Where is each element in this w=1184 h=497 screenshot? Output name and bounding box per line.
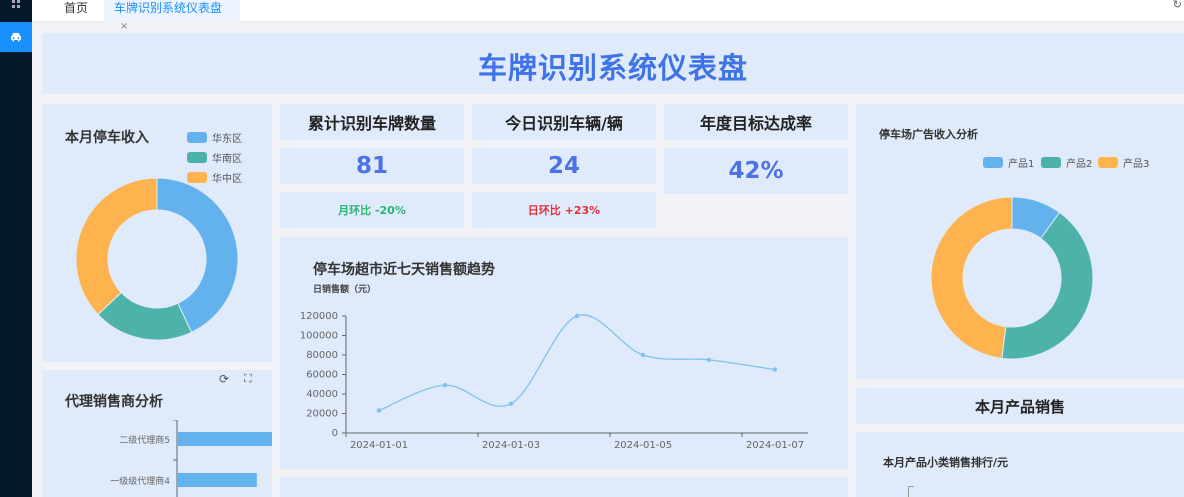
x-tick-label: 2024-01-05: [614, 440, 672, 451]
kpi-value-today: 24: [472, 148, 656, 184]
x-tick-label: 2024-01-01: [350, 440, 408, 451]
grid-icon[interactable]: [0, 0, 32, 22]
data-point: [508, 401, 514, 406]
data-point: [706, 357, 712, 363]
dashboard-header: 车牌识别系统仪表盘: [42, 33, 1184, 94]
parking-income-panel: 本月停车收入 华东区 华南区 华中区: [42, 104, 272, 362]
tab-dashboard[interactable]: 车牌识别系统仪表盘 ×: [104, 0, 240, 32]
legend-swatch: [1041, 157, 1061, 168]
legend-label: 产品3: [1123, 159, 1150, 170]
legend-label: 华南区: [212, 154, 242, 165]
legend-label: 产品1: [1008, 159, 1035, 170]
data-point: [772, 367, 778, 372]
dealer-panel: ⟳ ⛶ 代理销售商分析 二级代理商5 一级级代理商4: [42, 370, 272, 497]
legend-item[interactable]: 华东区: [187, 130, 242, 145]
legend-swatch: [1098, 157, 1118, 168]
legend-swatch: [983, 157, 1003, 168]
ad-income-title: 停车场广告收入分析: [879, 128, 978, 141]
y-tick-label: 20000: [306, 409, 338, 420]
data-point: [574, 313, 580, 319]
legend-item[interactable]: 产品2: [1041, 155, 1092, 170]
ad-income-panel: 停车场广告收入分析 产品1 产品2 产品3: [856, 104, 1184, 379]
data-point: [376, 408, 382, 413]
sales-trend-subtitle: 日销售额（元）: [313, 285, 377, 295]
parking-income-title: 本月停车收入: [65, 130, 149, 146]
legend-label: 产品2: [1066, 159, 1093, 170]
legend-label: 华东区: [212, 134, 242, 145]
y-tick-label: 80000: [306, 350, 338, 361]
kpi-compare-day: 日环比 +23%: [472, 192, 656, 228]
legend-item[interactable]: 产品1: [983, 155, 1034, 170]
ad-income-donut: [930, 196, 1094, 360]
refresh-icon[interactable]: ↻: [1173, 0, 1182, 11]
kpi-title-plates: 累计识别车牌数量: [280, 104, 464, 140]
kpi-compare-month: 月环比 -20%: [280, 192, 464, 228]
y-tick-label: 40000: [306, 389, 338, 400]
kpi-value-goal: 42%: [664, 148, 848, 194]
legend-item[interactable]: 产品3: [1098, 155, 1149, 170]
car-icon[interactable]: [0, 22, 32, 52]
page-title: 车牌识别系统仪表盘: [477, 51, 748, 85]
bar-category-label: 一级级代理商4: [110, 475, 170, 487]
kpi-value-plates: 81: [280, 148, 464, 184]
legend-swatch: [187, 132, 207, 143]
kpi-title-goal: 年度目标达成率: [664, 104, 848, 140]
data-point: [442, 383, 448, 388]
x-tick-label: 2024-01-03: [482, 440, 540, 451]
kpi-title-today: 今日识别车辆/辆: [472, 104, 656, 140]
donut-slice: [930, 196, 1013, 359]
tabs-bar: 首页 车牌识别系统仪表盘 × ↻: [32, 0, 1184, 32]
axis-stub: [908, 486, 914, 497]
tab-home[interactable]: 首页: [54, 0, 98, 22]
bar: [177, 432, 272, 446]
tab-dashboard-label: 车牌识别系统仪表盘: [114, 1, 223, 15]
legend-item[interactable]: 华南区: [187, 150, 242, 165]
legend-swatch: [187, 152, 207, 163]
bottom-panel: [280, 477, 848, 497]
data-point: [640, 352, 646, 358]
bar: [177, 473, 257, 487]
expand-icon[interactable]: ⛶: [244, 372, 252, 386]
product-sales-panel: 本月产品小类销售排行/元: [856, 432, 1184, 497]
product-sales-title: 本月产品销售: [856, 388, 1184, 424]
sales-trend-title: 停车场超市近七天销售额趋势: [313, 262, 495, 278]
tab-home-label: 首页: [64, 1, 89, 15]
dealer-bar-chart: 二级代理商5 一级级代理商4: [110, 420, 272, 497]
y-tick-label: 120000: [300, 311, 338, 322]
series-line: [378, 314, 776, 412]
dealer-title: 代理销售商分析: [65, 394, 163, 410]
sidebar: [0, 0, 32, 497]
x-tick-label: 2024-01-07: [746, 440, 804, 451]
refresh-icon[interactable]: ⟳: [219, 372, 229, 386]
y-tick-label: 60000: [306, 370, 338, 381]
parking-income-donut: [75, 177, 239, 341]
sales-trend-panel: 停车场超市近七天销售额趋势 日销售额（元） 0 20000 40000 60000 80…: [280, 237, 848, 469]
sales-trend-chart: 0 20000 40000 60000 80000 100000 120000 2024-01…: [300, 311, 808, 451]
close-icon[interactable]: ×: [120, 21, 128, 32]
product-sales-subtitle: 本月产品小类销售排行/元: [883, 456, 1009, 469]
bar-category-label: 二级代理商5: [119, 434, 170, 446]
donut-slice: [75, 177, 158, 316]
y-tick-label: 100000: [300, 331, 338, 342]
y-tick-label: 0: [332, 428, 338, 439]
donut-slice: [1001, 211, 1094, 360]
